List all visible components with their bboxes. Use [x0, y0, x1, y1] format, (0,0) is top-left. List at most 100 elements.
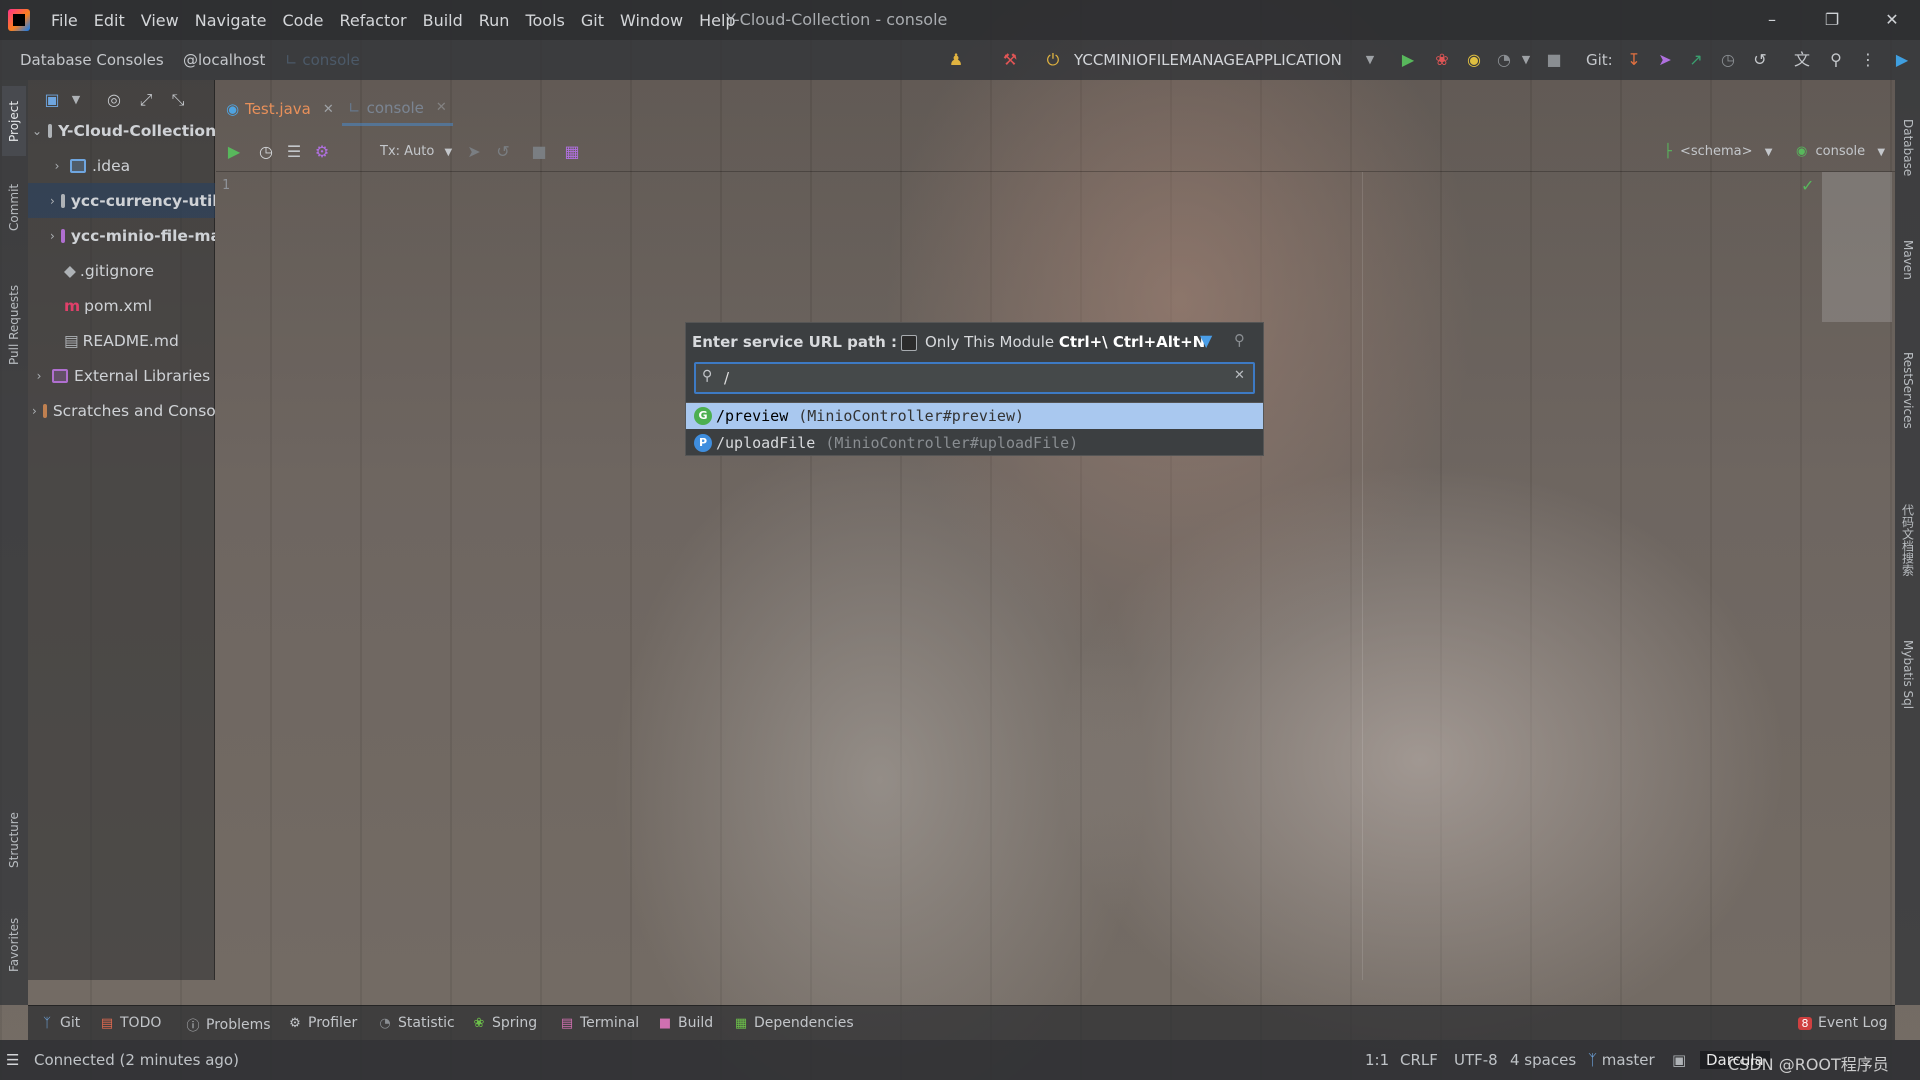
project-view-chevron-icon[interactable]: ▼	[66, 90, 86, 110]
tree-item-idea[interactable]: › .idea	[28, 148, 215, 183]
chevron-down-icon[interactable]: ▼	[444, 147, 452, 158]
breadcrumb-database-consoles[interactable]: Database Consoles	[20, 51, 164, 69]
menu-edit[interactable]: Edit	[86, 11, 133, 30]
stop-icon[interactable]: ■	[529, 142, 549, 162]
git-history-icon[interactable]: ◷	[1718, 50, 1738, 70]
result-item-uploadfile[interactable]: P /uploadFile (MinioController#uploadFil…	[686, 430, 1263, 456]
tool-tab-restservices[interactable]: RestServices	[1897, 320, 1919, 460]
tool-tab-dependencies[interactable]: ▦ Dependencies	[734, 1015, 854, 1031]
settings-gear-icon[interactable]: ⚙	[312, 142, 332, 162]
tool-tab-spring[interactable]: ❀ Spring	[472, 1015, 538, 1031]
profile-chevron-icon[interactable]: ▼	[1516, 50, 1536, 70]
caret-position[interactable]: 1:1	[1365, 1051, 1389, 1069]
indent-setting[interactable]: 4 spaces	[1510, 1051, 1576, 1069]
tree-item-root[interactable]: ⌄ Y-Cloud-Collection	[28, 113, 215, 148]
tool-tab-mybatis-sql[interactable]: Mybatis Sql	[1897, 620, 1919, 730]
tool-tab-code-doc-search[interactable]: 代码文档搜索	[1897, 480, 1919, 600]
close-tab-icon[interactable]: ✕	[436, 100, 447, 115]
stop-icon[interactable]: ■	[1544, 50, 1564, 70]
pin-icon[interactable]: ⚲	[1234, 331, 1245, 349]
tool-tab-database[interactable]: Database	[1897, 98, 1919, 198]
lock-icon[interactable]: ▣	[1672, 1051, 1686, 1069]
menu-build[interactable]: Build	[415, 11, 471, 30]
tool-tab-statistic[interactable]: ◔ Statistic	[378, 1015, 454, 1031]
result-item-preview[interactable]: G /preview (MinioController#preview)	[686, 403, 1263, 429]
users-icon[interactable]: ♟	[946, 50, 966, 70]
tool-tab-maven[interactable]: Maven	[1897, 220, 1919, 300]
tree-item-ycc-minio-file-manage[interactable]: › ycc-minio-file-manage	[28, 218, 215, 253]
tool-tab-structure[interactable]: Structure	[2, 800, 26, 880]
tool-tab-todo[interactable]: ▤ TODO	[100, 1015, 162, 1031]
menu-code[interactable]: Code	[275, 11, 332, 30]
git-push-icon[interactable]: ↗	[1686, 50, 1706, 70]
git-commit-icon[interactable]: ➤	[1655, 50, 1675, 70]
editor-area[interactable]: 1 ✓	[216, 171, 1895, 980]
commit-icon[interactable]: ➤	[464, 142, 484, 162]
tool-tab-problems[interactable]: ⓘ Problems	[186, 1015, 270, 1035]
only-this-module-label[interactable]: Only This Module Ctrl+\ Ctrl+Alt+N	[925, 333, 1205, 351]
menu-refactor[interactable]: Refactor	[331, 11, 414, 30]
run-configuration-select[interactable]: YCCMINIOFILEMANAGEAPPLICATION	[1074, 51, 1342, 69]
chevron-down-icon[interactable]: ▼	[1877, 147, 1885, 158]
tree-item-ycc-currency-util[interactable]: › ycc-currency-util	[28, 183, 215, 218]
tool-tab-terminal[interactable]: ▤ Terminal	[560, 1015, 639, 1031]
menu-tools[interactable]: Tools	[517, 11, 572, 30]
tab-console[interactable]: ∟ console ✕	[342, 92, 453, 126]
tool-tab-pull-requests[interactable]: Pull Requests	[2, 270, 26, 380]
tool-tab-commit[interactable]: Commit	[2, 172, 26, 242]
restore-icon[interactable]: ❐	[1820, 8, 1844, 32]
more-icon[interactable]: ⋮	[1858, 50, 1878, 70]
menu-run[interactable]: Run	[471, 11, 518, 30]
chevron-right-icon[interactable]: ›	[50, 229, 55, 243]
collapse-all-icon[interactable]: ⤡	[168, 90, 188, 110]
tool-tab-build[interactable]: ■ Build	[658, 1015, 713, 1031]
tab-test-java[interactable]: ◉ Test.java ✕	[226, 92, 334, 126]
chevron-down-icon[interactable]: ⌄	[32, 124, 42, 138]
url-search-input[interactable]	[724, 366, 1224, 390]
tree-item-pom-xml[interactable]: m pom.xml	[28, 288, 215, 323]
menu-file[interactable]: File	[43, 11, 86, 30]
format-icon[interactable]: ☰	[284, 142, 304, 162]
tree-item-scratches[interactable]: › Scratches and Consoles	[28, 393, 215, 428]
git-branch[interactable]: ᛉ master	[1588, 1051, 1655, 1069]
schema-select[interactable]: ├ <schema> ▼	[1664, 144, 1772, 159]
chevron-right-icon[interactable]: ›	[32, 404, 37, 418]
tree-item-external-libraries[interactable]: › External Libraries	[28, 358, 215, 393]
execute-icon[interactable]: ▶	[224, 142, 244, 162]
scrollbar-thumb[interactable]	[1822, 172, 1892, 322]
hammer-icon[interactable]: ⚒	[1000, 50, 1020, 70]
menu-git[interactable]: Git	[573, 11, 612, 30]
chevron-down-icon[interactable]: ▼	[1765, 147, 1773, 158]
filter-icon[interactable]: ▼	[1200, 331, 1212, 350]
coverage-icon[interactable]: ◉	[1464, 50, 1484, 70]
search-everywhere-icon[interactable]: ⚲	[1826, 50, 1846, 70]
chevron-right-icon[interactable]: ›	[50, 194, 55, 208]
file-encoding[interactable]: UTF-8	[1454, 1051, 1498, 1069]
tool-tab-git[interactable]: ᛉ Git	[40, 1015, 80, 1031]
layers-icon[interactable]: ☰	[6, 1051, 19, 1069]
locate-icon[interactable]: ◎	[104, 90, 124, 110]
profile-icon[interactable]: ◔	[1494, 50, 1514, 70]
breadcrumb-console[interactable]: ∟ console	[285, 51, 360, 69]
only-this-module-checkbox[interactable]	[901, 335, 917, 351]
menu-navigate[interactable]: Navigate	[187, 11, 275, 30]
git-update-icon[interactable]: ↧	[1624, 50, 1644, 70]
breadcrumb-localhost[interactable]: @localhost	[183, 51, 265, 69]
close-tab-icon[interactable]: ✕	[323, 102, 334, 117]
tree-item-readme[interactable]: ▤ README.md	[28, 323, 215, 358]
tool-tab-profiler[interactable]: ⚙ Profiler	[288, 1015, 357, 1031]
rollback-icon[interactable]: ↺	[1750, 50, 1770, 70]
menu-window[interactable]: Window	[612, 11, 691, 30]
tool-tab-favorites[interactable]: Favorites	[2, 905, 26, 985]
project-view-icon[interactable]: ▣	[42, 90, 62, 110]
chevron-down-icon[interactable]: ▼	[1360, 50, 1380, 70]
translate-icon[interactable]: 文	[1792, 50, 1812, 70]
tree-item-gitignore[interactable]: ◆ .gitignore	[28, 253, 215, 288]
line-separator[interactable]: CRLF	[1400, 1051, 1438, 1069]
toolbox-icon[interactable]: ▶	[1892, 50, 1912, 70]
expand-all-icon[interactable]: ⤢	[136, 90, 156, 110]
minimize-icon[interactable]: –	[1760, 8, 1784, 32]
clear-search-icon[interactable]: ✕	[1234, 368, 1245, 383]
console-select[interactable]: ◉ console ▼	[1796, 144, 1885, 159]
run-icon[interactable]: ▶	[1398, 50, 1418, 70]
